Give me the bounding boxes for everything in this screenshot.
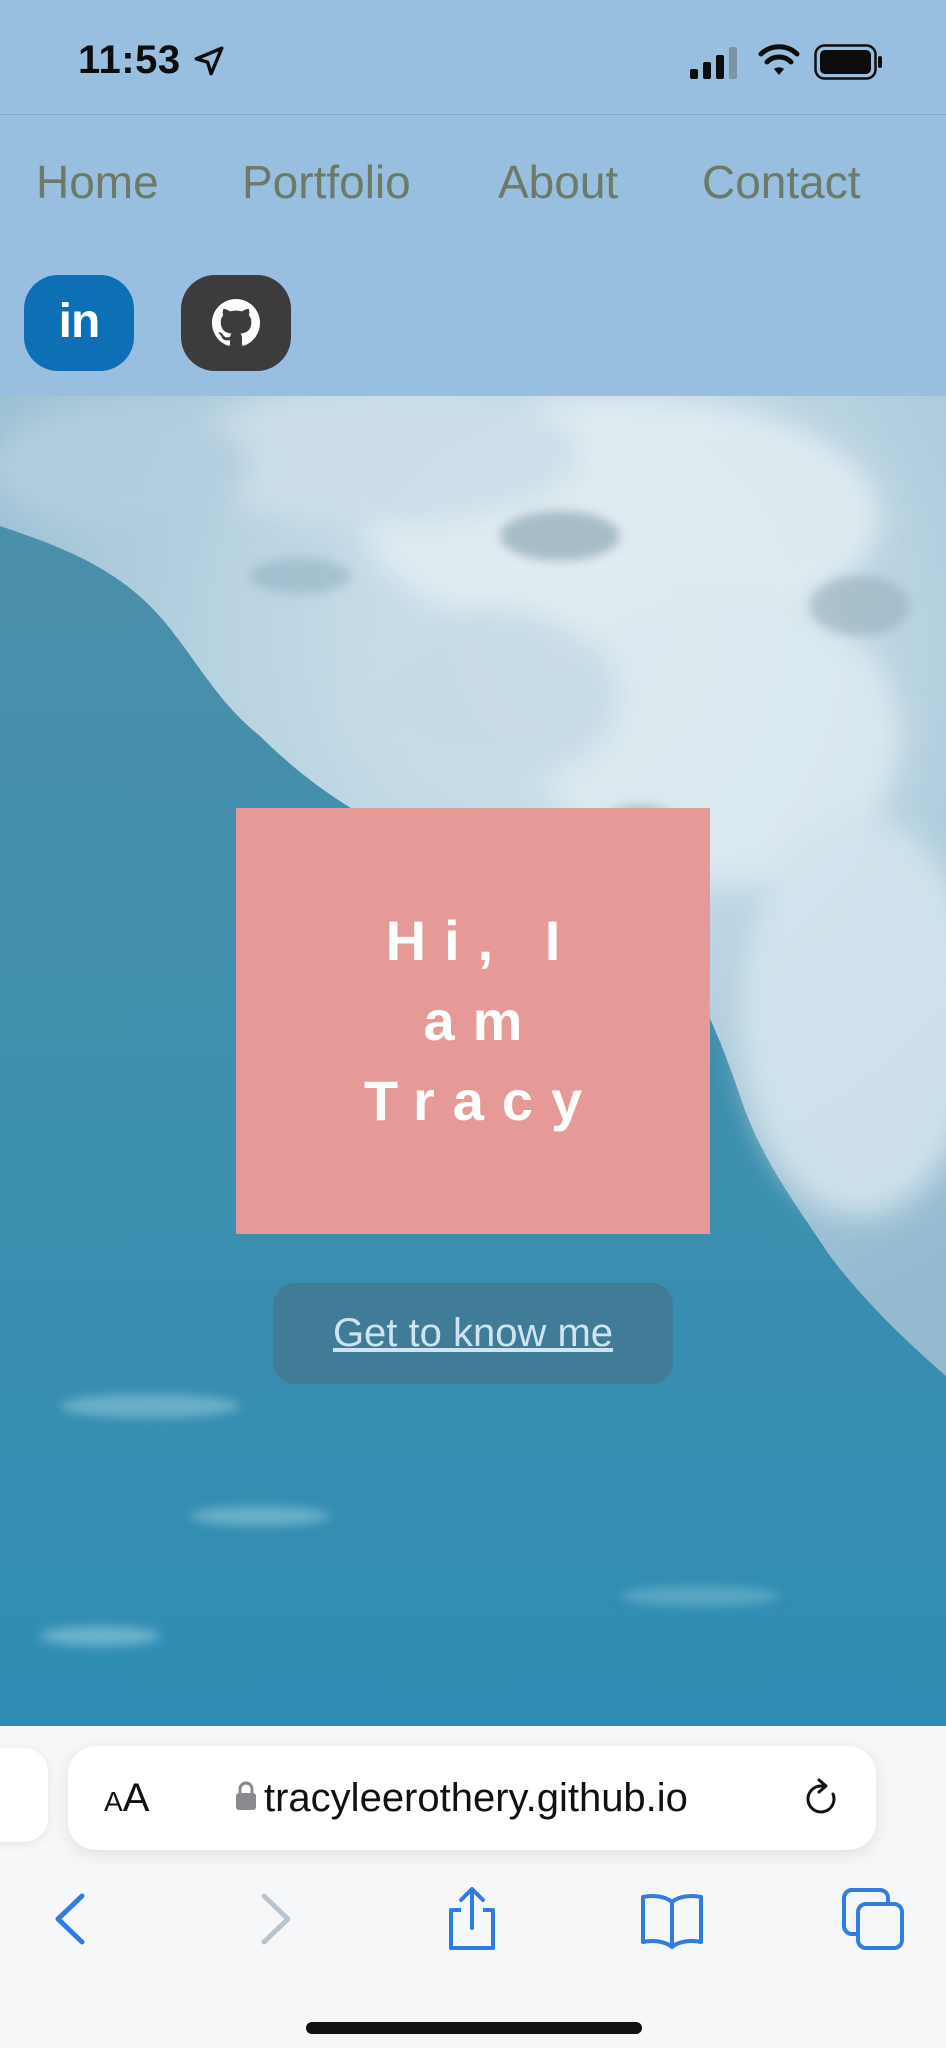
nav-home-link[interactable]: Home <box>36 155 159 209</box>
bookmarks-icon[interactable] <box>637 1884 707 1954</box>
tabs-icon[interactable] <box>838 1884 908 1954</box>
wifi-icon <box>758 44 800 75</box>
github-icon <box>212 299 260 346</box>
battery-icon <box>814 44 882 80</box>
linkedin-icon: in <box>58 294 101 348</box>
nav-portfolio-link[interactable]: Portfolio <box>242 155 411 209</box>
main-nav: Home Portfolio About Contact <box>0 155 946 235</box>
back-icon[interactable] <box>36 1884 106 1954</box>
url-text[interactable]: tracyleerothery.github.io <box>264 1776 688 1821</box>
home-indicator[interactable] <box>306 2022 642 2034</box>
address-bar[interactable]: AA tracyleerothery.github.io <box>68 1746 876 1850</box>
nav-contact-link[interactable]: Contact <box>702 155 861 209</box>
github-button[interactable] <box>181 275 291 371</box>
intro-line-3: Tracy <box>363 1069 601 1132</box>
lock-icon <box>236 1781 256 1810</box>
reload-icon[interactable] <box>802 1778 842 1820</box>
cta-label: Get to know me <box>332 1311 614 1355</box>
forward-icon[interactable] <box>240 1884 310 1954</box>
hero-section: Hi, I am Tracy Get to know me <box>0 396 946 1726</box>
nav-about-link[interactable]: About <box>498 155 618 209</box>
status-time: 11:53 <box>78 38 181 82</box>
get-to-know-me-button[interactable]: Get to know me <box>273 1283 673 1384</box>
text-size-button[interactable]: AA <box>104 1776 149 1821</box>
linkedin-button[interactable]: in <box>24 275 134 371</box>
site-header: Home Portfolio About Contact in <box>0 114 946 396</box>
status-bar: 11:53 <box>0 0 946 114</box>
share-icon[interactable] <box>437 1884 507 1954</box>
phone-screen: 11:53 Home Portfolio About Contact in Hi… <box>0 0 946 2048</box>
intro-heading: Hi, I am Tracy <box>342 901 622 1141</box>
cellular-signal-icon <box>690 47 737 79</box>
intro-line-2: am <box>423 989 541 1052</box>
location-arrow-icon <box>194 46 224 76</box>
intro-line-1: Hi, I <box>385 909 579 972</box>
previous-tab-preview[interactable] <box>0 1748 48 1842</box>
intro-box: Hi, I am Tracy <box>236 808 710 1234</box>
browser-bottom-bar: AA tracyleerothery.github.io <box>0 1726 946 2048</box>
